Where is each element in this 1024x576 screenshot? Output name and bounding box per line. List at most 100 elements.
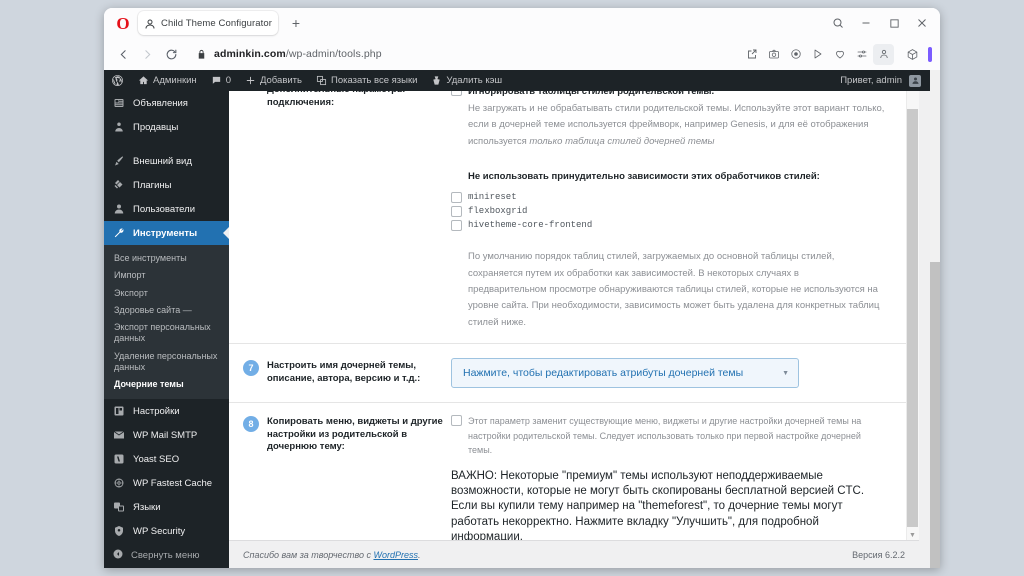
footer-credit-prefix: Спасибо вам за творчество с	[243, 549, 374, 560]
sidebar-item-label: Настройки	[133, 405, 180, 417]
sidebar-item-wp-mail-smtp[interactable]: WP Mail SMTP	[104, 423, 229, 447]
sidebar-item-languages[interactable]: Языки	[104, 495, 229, 519]
footer-credit: Спасибо вам за творчество с WordPress.	[243, 550, 421, 560]
sidebar-item-announcements[interactable]: Объявления	[104, 91, 229, 115]
home-icon	[138, 75, 149, 86]
step-badge: 7	[243, 360, 259, 377]
plus-icon	[245, 75, 256, 86]
submenu-item-child-themes[interactable]: Дочерние темы	[104, 376, 229, 393]
submenu-item-export[interactable]: Экспорт	[104, 285, 229, 302]
yoast-icon	[112, 453, 126, 465]
submenu-item-erase-personal-data[interactable]: Удаление персональных данных	[104, 348, 229, 377]
sidebar-item-label: Внешний вид	[133, 155, 192, 167]
record-icon[interactable]	[785, 44, 806, 65]
sliders-icon[interactable]	[851, 44, 872, 65]
maximize-icon[interactable]	[880, 10, 908, 36]
submenu-item-export-personal-data[interactable]: Экспорт персональных данных	[104, 319, 229, 348]
collapse-menu-label: Свернуть меню	[131, 549, 200, 561]
sidebar-item-wp-security[interactable]: WP Security	[104, 519, 229, 543]
heart-icon[interactable]	[829, 44, 850, 65]
step-col-7: 7 Настроить имя дочерней темы, описание,…	[243, 358, 451, 388]
sidebar-item-label: Пользователи	[133, 203, 196, 215]
back-icon[interactable]	[112, 43, 134, 65]
url-input[interactable]: adminkin.com/wp-admin/tools.php	[188, 42, 739, 66]
profile-icon[interactable]	[873, 43, 894, 65]
submenu-item-site-health[interactable]: Здоровье сайта —	[104, 302, 229, 319]
browser-window: O Child Theme Configurator + adminkin.co…	[104, 8, 940, 568]
dep-checkbox[interactable]	[451, 192, 462, 204]
dep-item[interactable]: minireset	[451, 191, 894, 204]
child-theme-configurator-panel: Дополнительные параметры подключения: Иг…	[229, 91, 919, 541]
dep-item[interactable]: hivetheme-core-frontend	[451, 219, 894, 232]
submenu-item-import[interactable]: Импорт	[104, 267, 229, 284]
cube-icon[interactable]	[901, 43, 923, 65]
dep-checkbox[interactable]	[451, 206, 462, 218]
opera-logo-icon[interactable]: O	[114, 14, 132, 32]
dep-checkbox[interactable]	[451, 220, 462, 232]
row-step-7: 7 Настроить имя дочерней темы, описание,…	[229, 344, 906, 404]
copy-settings-checkbox-line[interactable]: Этот параметр заменит существующие меню,…	[451, 414, 894, 458]
panel-scrollbar-thumb[interactable]	[907, 109, 918, 527]
sidebar-item-yoast-seo[interactable]: Yoast SEO	[104, 447, 229, 471]
minimize-icon[interactable]	[852, 10, 880, 36]
ignore-parent-checkbox[interactable]	[451, 91, 462, 96]
reload-icon[interactable]	[160, 43, 182, 65]
broom-icon	[431, 75, 442, 86]
account-menu[interactable]: Привет, admin	[833, 70, 930, 91]
mail-icon	[112, 429, 126, 441]
deps-title: Не использовать принудительно зависимост…	[468, 171, 820, 183]
new-tab-button[interactable]: +	[286, 13, 306, 33]
sidebar-item-tools[interactable]: Инструменты	[104, 221, 229, 245]
share-icon[interactable]	[741, 44, 762, 65]
wp-footer: Спасибо вам за творчество с WordPress. В…	[229, 540, 919, 568]
sidebar-item-settings[interactable]: Настройки	[104, 399, 229, 423]
sidebar-item-label: WP Fastest Cache	[133, 477, 213, 489]
comments-count: 0	[225, 75, 231, 86]
sidebar-item-vendors[interactable]: Продавцы	[104, 115, 229, 139]
avatar-icon	[909, 74, 921, 87]
ignore-parent-hint-b: только таблица стилей дочерней темы	[529, 135, 715, 147]
step-col-8: 8 Копировать меню, виджеты и другие наст…	[243, 414, 451, 541]
collapse-menu-button[interactable]: Свернуть меню	[104, 543, 229, 567]
sidebar-item-users[interactable]: Пользователи	[104, 197, 229, 221]
tab-title: Child Theme Configurator	[161, 17, 273, 29]
ignore-parent-checkbox-line[interactable]: Игнорировать таблицы стилей родительской…	[451, 91, 894, 100]
page-viewport: Админкин 0 Добавить Показать все языки У…	[104, 70, 940, 568]
dep-item[interactable]: flexboxgrid	[451, 205, 894, 218]
camera-icon[interactable]	[763, 44, 784, 65]
browser-toolbar-icons	[741, 43, 896, 65]
page-scrollbar-thumb[interactable]	[930, 262, 940, 568]
search-icon[interactable]	[824, 10, 852, 36]
sidebar-item-wp-fastest-cache[interactable]: WP Fastest Cache	[104, 471, 229, 495]
plugins-icon	[112, 179, 126, 191]
tools-submenu: Все инструменты Импорт Экспорт Здоровье …	[104, 245, 229, 400]
comments-menu[interactable]: 0	[204, 70, 238, 91]
comment-icon	[211, 75, 222, 86]
dep-label: minireset	[468, 192, 517, 203]
new-content-menu[interactable]: Добавить	[238, 70, 309, 91]
close-icon[interactable]	[908, 10, 936, 36]
sidebar-item-label: Объявления	[133, 97, 188, 109]
send-icon[interactable]	[807, 44, 828, 65]
wordpress-icon[interactable]	[104, 70, 131, 91]
submenu-item-all-tools[interactable]: Все инструменты	[104, 250, 229, 267]
dep-label: flexboxgrid	[468, 206, 528, 217]
wordpress-link[interactable]: WordPress	[373, 550, 418, 560]
sidebar-item-label: Yoast SEO	[133, 453, 180, 465]
child-theme-attributes-select[interactable]: Нажмите, чтобы редактировать атрибуты до…	[451, 358, 799, 389]
sidebar-item-appearance[interactable]: Внешний вид	[104, 149, 229, 173]
deps-note: По умолчанию порядок таблиц стилей, загр…	[468, 251, 880, 328]
sidebar-item-label: Плагины	[133, 179, 172, 191]
clear-cache-label: Удалить кэш	[446, 75, 503, 86]
cutoff-label: Дополнительные параметры подключения:	[267, 91, 405, 108]
clear-cache-menu[interactable]: Удалить кэш	[424, 70, 509, 91]
copy-settings-checkbox[interactable]	[451, 415, 462, 427]
site-name-menu[interactable]: Админкин	[131, 70, 204, 91]
browser-tab[interactable]: Child Theme Configurator	[138, 11, 279, 35]
sidebar-item-plugins[interactable]: Плагины	[104, 173, 229, 197]
field-col-8: Этот параметр заменит существующие меню,…	[451, 414, 894, 541]
step-badge: 8	[243, 416, 259, 433]
footer-credit-suffix: .	[417, 549, 421, 560]
deps-checkbox-list: minireset flexboxgrid hivetheme-core-fro…	[451, 191, 894, 232]
languages-menu[interactable]: Показать все языки	[309, 70, 424, 91]
